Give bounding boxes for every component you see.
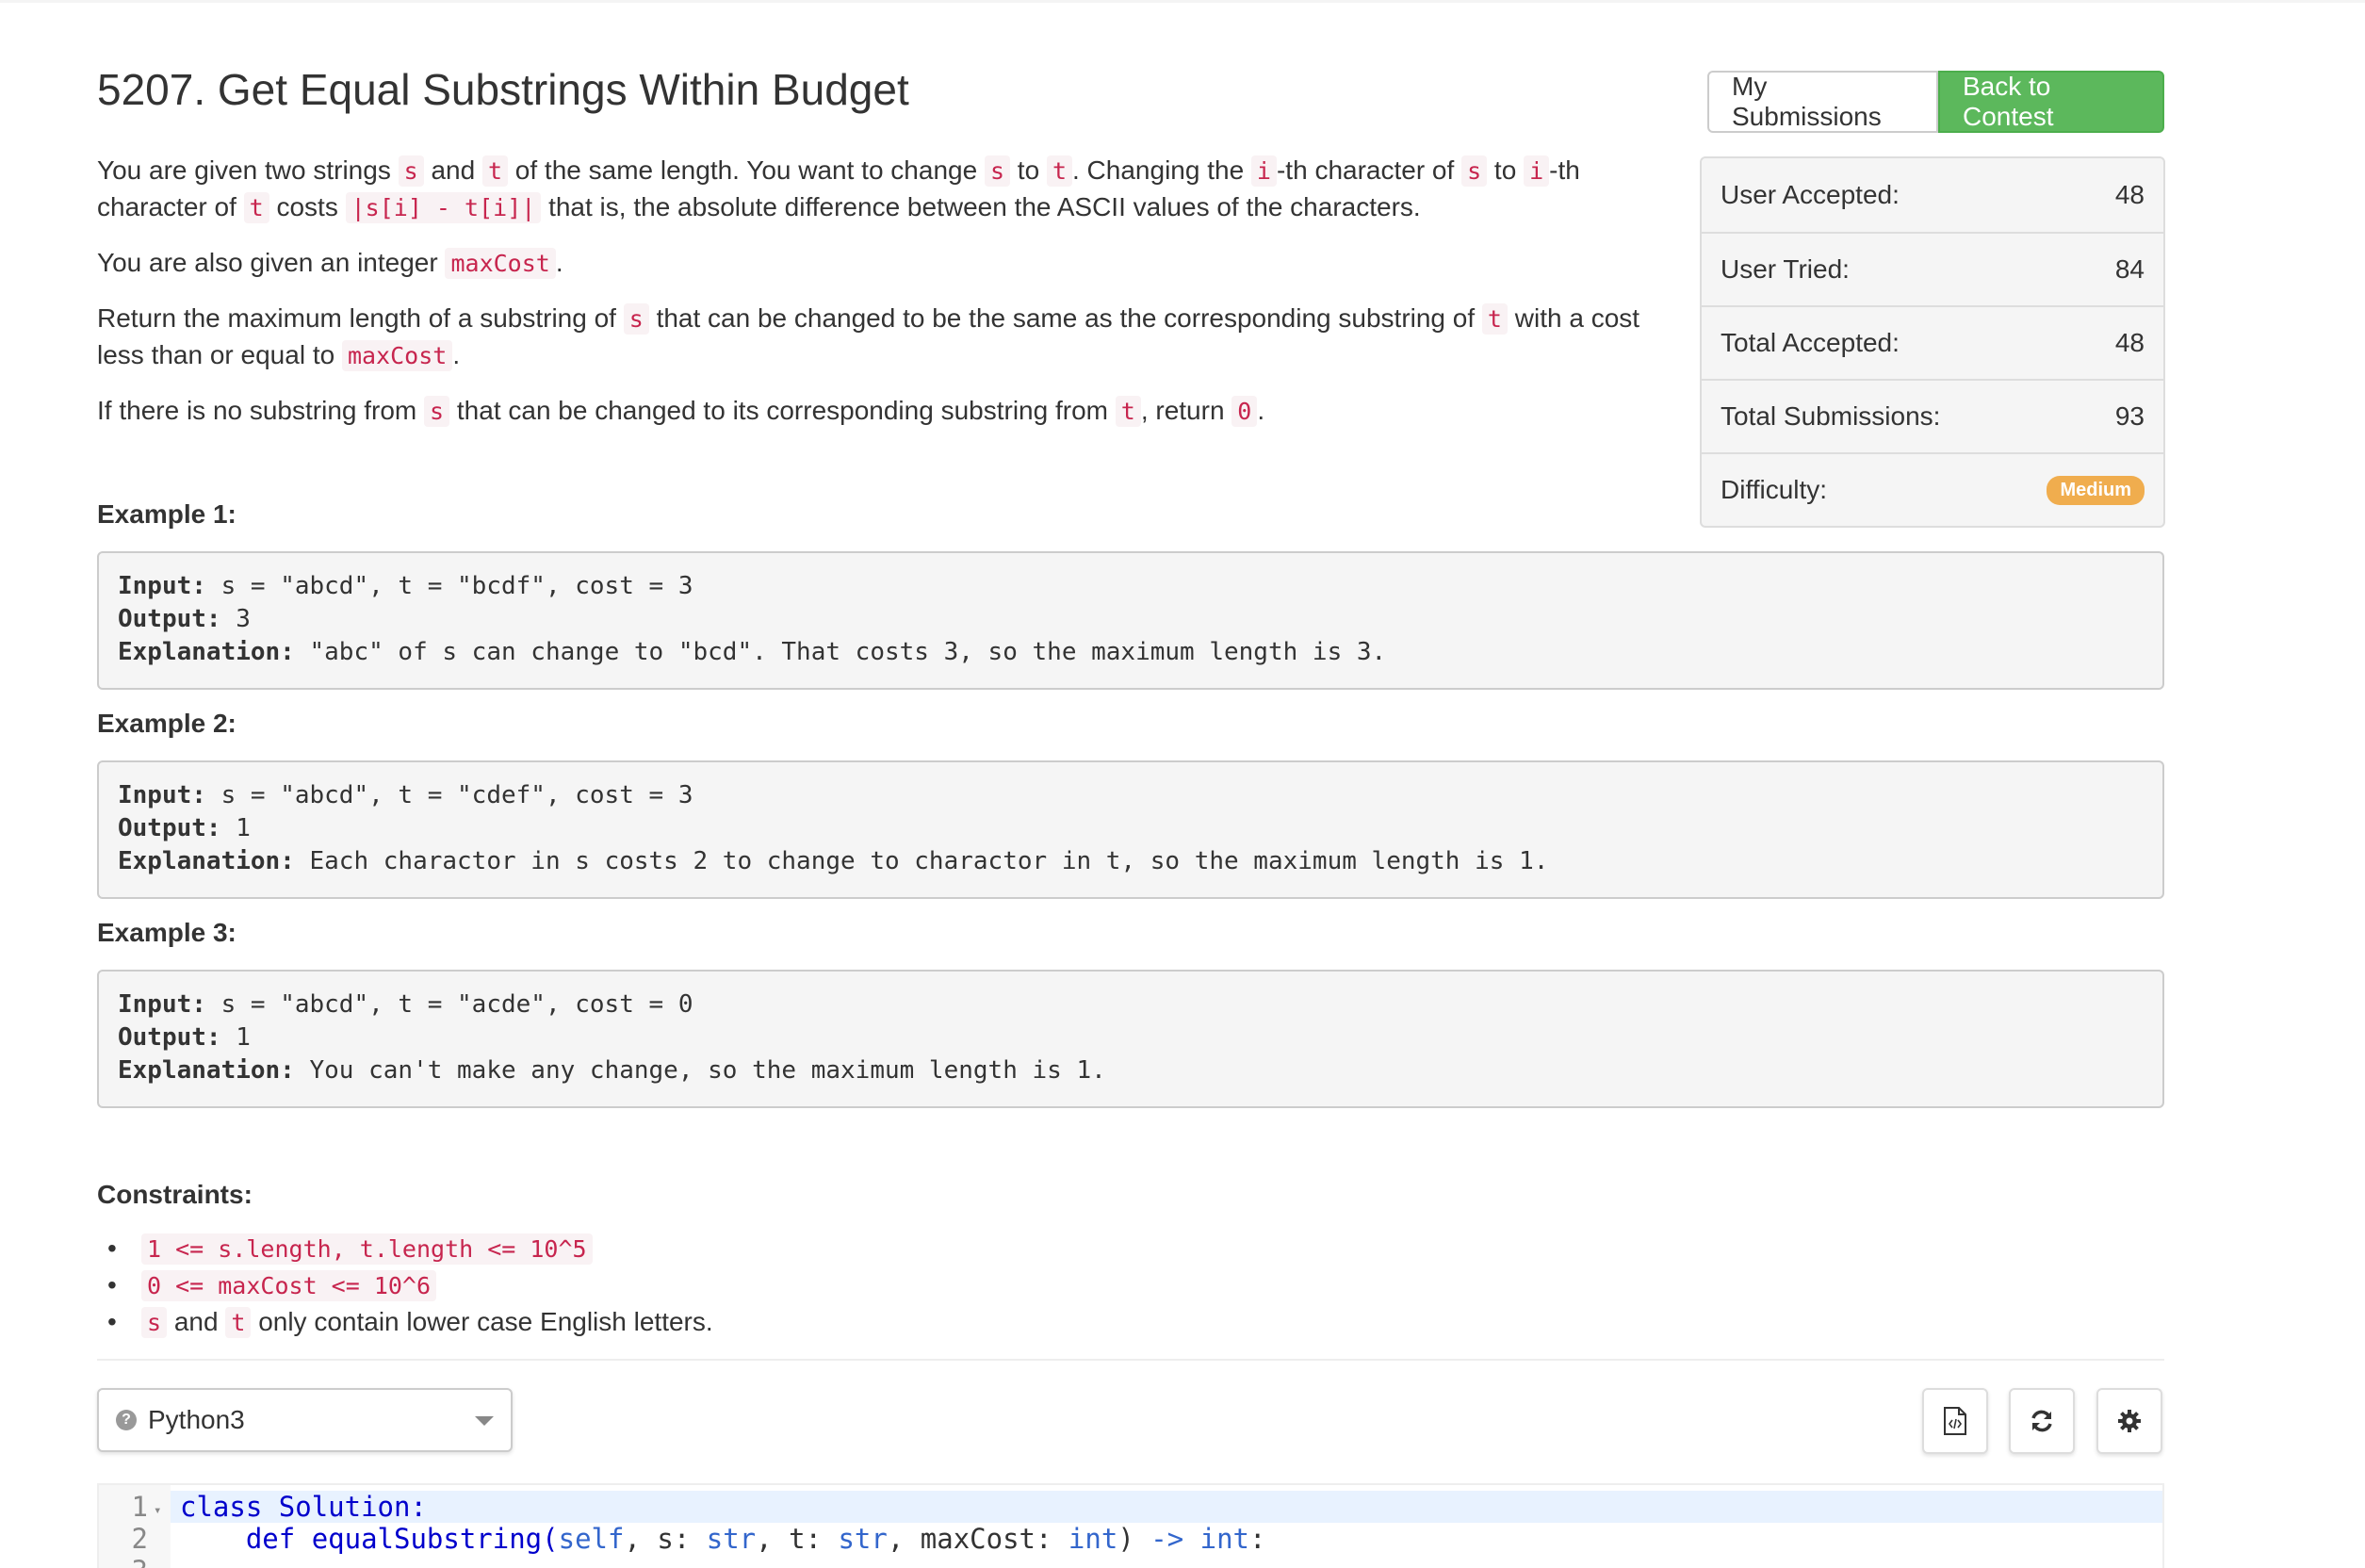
refresh-icon	[2031, 1410, 2052, 1432]
example-2-label: Example 2:	[97, 709, 236, 738]
stat-value: 48	[2114, 180, 2145, 209]
stat-total-accepted: Total Accepted: 48	[1702, 305, 2163, 379]
line-number: 3	[99, 1555, 148, 1568]
constraints-list: 1 <= s.length, t.length <= 10^5 0 <= max…	[107, 1231, 713, 1341]
difficulty-badge: Medium	[2047, 475, 2145, 505]
constraint-item: 1 <= s.length, t.length <= 10^5	[107, 1231, 713, 1267]
constraint-item: s and t only contain lower case English …	[107, 1304, 713, 1341]
stat-value: 48	[2114, 328, 2145, 357]
back-to-contest-button[interactable]: Back to Contest	[1938, 71, 2164, 133]
stat-label: Total Accepted:	[1721, 328, 1900, 357]
language-selected: Python3	[148, 1405, 245, 1434]
page-title: 5207. Get Equal Substrings Within Budget	[97, 65, 909, 114]
description-paragraph-1: You are given two strings s and t of the…	[97, 155, 1580, 223]
language-select[interactable]: ? Python3	[97, 1388, 513, 1452]
top-border	[0, 0, 2365, 3]
gear-icon	[2118, 1410, 2141, 1432]
description-paragraph-3: Return the maximum length of a substring…	[97, 303, 1640, 371]
line-number: 2	[131, 1523, 148, 1555]
my-submissions-button[interactable]: My Submissions	[1707, 71, 1938, 133]
stat-label: User Tried:	[1721, 254, 1850, 284]
line-number: 1	[131, 1491, 148, 1523]
active-line-highlight	[171, 1491, 2162, 1523]
example-1-label: Example 1:	[97, 499, 236, 529]
example-1-block: Input: s = "abcd", t = "bcdf", cost = 3 …	[97, 551, 2164, 690]
file-code-button[interactable]	[1922, 1388, 1988, 1454]
stat-difficulty: Difficulty: Medium	[1702, 452, 2163, 526]
contest-stats-panel: User Accepted: 48 User Tried: 84 Total A…	[1700, 156, 2165, 528]
chevron-down-icon	[475, 1416, 494, 1426]
stat-label: User Accepted:	[1721, 180, 1900, 209]
settings-button[interactable]	[2096, 1388, 2162, 1454]
fold-arrow-icon[interactable]: ▾	[154, 1494, 161, 1527]
example-3-label: Example 3:	[97, 918, 236, 947]
help-icon[interactable]: ?	[116, 1410, 137, 1430]
example-3-block: Input: s = "abcd", t = "acde", cost = 0 …	[97, 970, 2164, 1108]
description-paragraph-2: You are also given an integer maxCost.	[97, 248, 563, 279]
code-line-2: def equalSubstring(self, s: str, t: str,…	[245, 1523, 1266, 1555]
stat-value: 84	[2114, 254, 2145, 284]
description-paragraph-4: If there is no substring from s that can…	[97, 396, 1265, 427]
code-editor[interactable]: 1 ▾ 2 3 class Solution: def equalSubstri…	[97, 1483, 2164, 1568]
stat-user-tried: User Tried: 84	[1702, 232, 2163, 305]
divider	[97, 1359, 2164, 1361]
stat-value: 93	[2114, 401, 2145, 431]
constraint-item: 0 <= maxCost <= 10^6	[107, 1267, 713, 1304]
stat-label: Total Submissions:	[1721, 401, 1941, 431]
file-code-icon	[1944, 1407, 1966, 1435]
example-2-block: Input: s = "abcd", t = "cdef", cost = 3 …	[97, 760, 2164, 899]
constraints-title: Constraints:	[97, 1180, 253, 1209]
stat-total-submissions: Total Submissions: 93	[1702, 379, 2163, 452]
code-line-1: class Solution:	[180, 1491, 427, 1523]
stat-user-accepted: User Accepted: 48	[1702, 158, 2163, 232]
problem-description: You are given two strings s and t of the…	[97, 153, 1661, 449]
stat-label: Difficulty:	[1721, 475, 1828, 504]
header-buttons: My Submissions Back to Contest	[1707, 71, 2164, 133]
reset-code-button[interactable]	[2009, 1388, 2075, 1454]
